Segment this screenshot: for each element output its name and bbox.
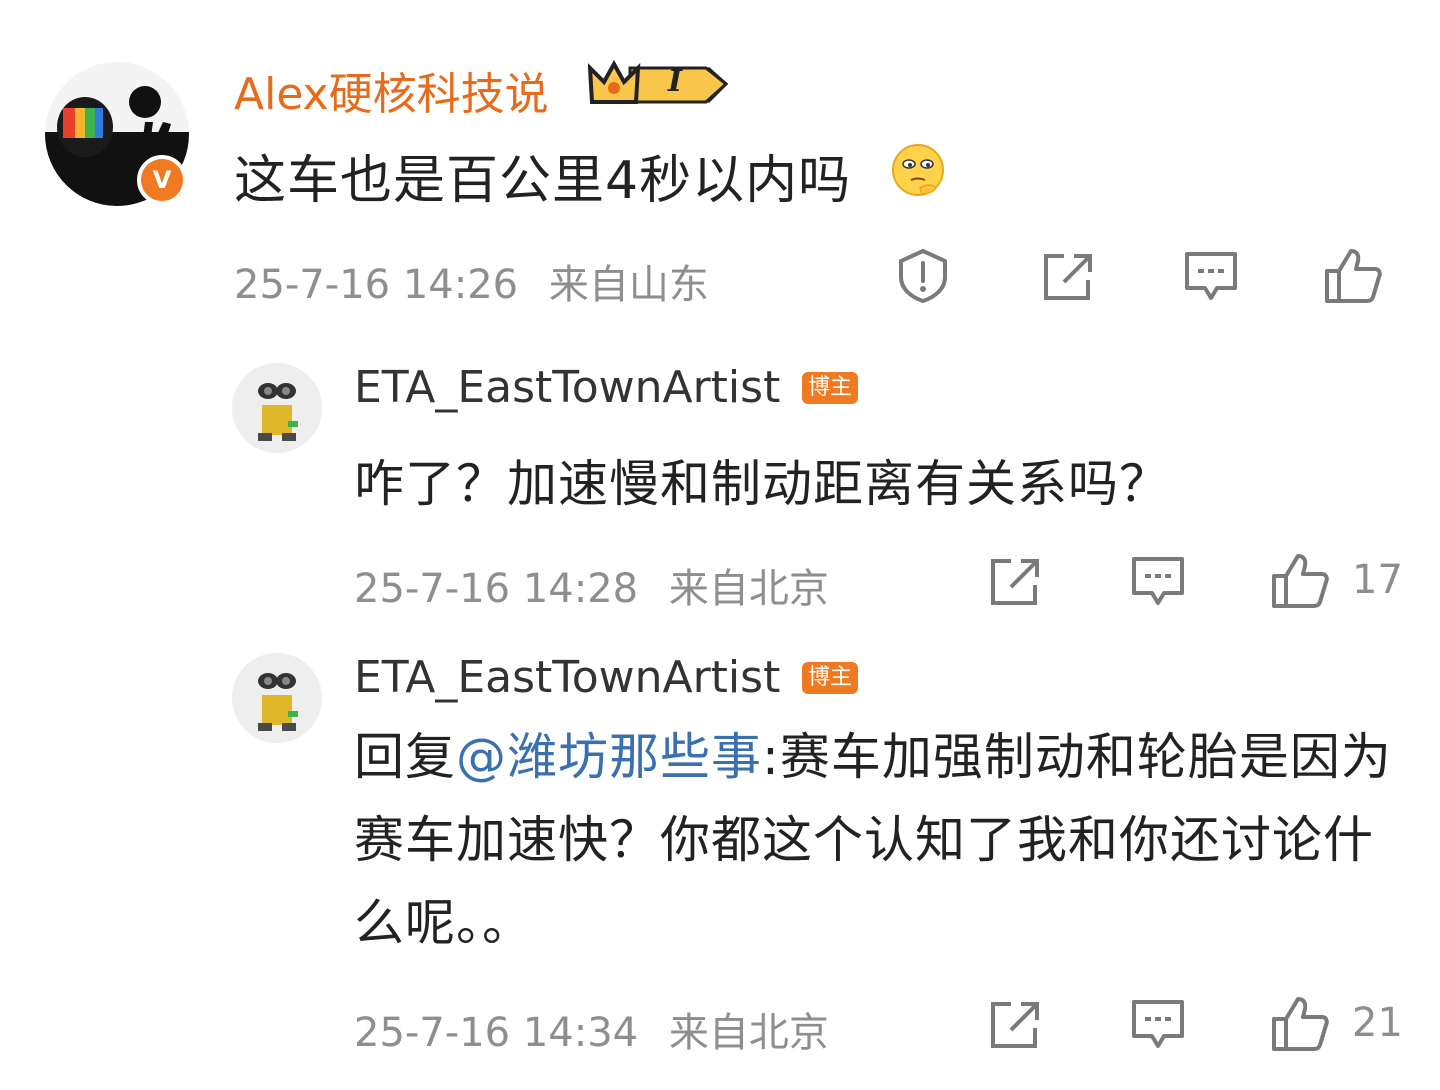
comment-icon xyxy=(1185,252,1237,300)
like-button[interactable]: 17 xyxy=(1270,550,1403,610)
report-button[interactable] xyxy=(895,247,951,305)
thumbs-up-icon xyxy=(1272,997,1329,1051)
location: 来自北京 xyxy=(668,1010,829,1056)
comment-button[interactable] xyxy=(1183,250,1239,304)
timestamp: 25-7-16 14:28 xyxy=(354,566,639,612)
like-count: 17 xyxy=(1352,557,1403,603)
reply-username[interactable]: ETA_EastTownArtist xyxy=(354,652,780,703)
like-button[interactable] xyxy=(1323,245,1383,305)
comment-meta: 25-7-16 14:26 来自山东 xyxy=(234,252,709,310)
vip-crown-badge xyxy=(587,58,730,114)
comment-icon xyxy=(1132,1000,1184,1048)
reply-meta: 25-7-16 14:28 来自北京 xyxy=(354,556,829,614)
comment-text: 这车也是百公里4秒以内吗 xyxy=(234,151,852,211)
comment-button[interactable] xyxy=(1130,555,1186,609)
report-icon xyxy=(899,248,947,304)
timestamp: 25-7-16 14:34 xyxy=(354,1010,639,1056)
share-button[interactable] xyxy=(1040,250,1096,302)
thumbs-up-icon xyxy=(1272,554,1329,608)
timestamp: 25-7-16 14:26 xyxy=(234,262,519,308)
share-icon xyxy=(1044,254,1092,300)
location: 来自山东 xyxy=(548,262,709,308)
reply-avatar[interactable] xyxy=(232,653,322,743)
author-badge: 博主 xyxy=(802,662,859,694)
share-button[interactable] xyxy=(987,555,1043,607)
reply-prefix: 回复 xyxy=(354,728,456,786)
like-button[interactable]: 21 xyxy=(1270,993,1403,1053)
share-icon xyxy=(991,1002,1039,1048)
mention-link[interactable]: @潍坊那些事 xyxy=(456,728,762,786)
reply-avatar[interactable] xyxy=(232,363,322,453)
share-button[interactable] xyxy=(987,998,1043,1050)
thumbs-up-icon xyxy=(1325,249,1382,303)
like-count: 21 xyxy=(1352,1000,1403,1046)
location: 来自北京 xyxy=(668,566,829,612)
reply-text: 回复@潍坊那些事:赛车加强制动和轮胎是因为赛车加速快？你都这个认知了我和你还讨论… xyxy=(354,716,1404,965)
reply-username[interactable]: ETA_EastTownArtist xyxy=(354,362,780,413)
reply-meta: 25-7-16 14:34 来自北京 xyxy=(354,1000,829,1058)
comment-icon xyxy=(1132,557,1184,605)
level-label: I xyxy=(668,64,683,99)
verified-icon: V xyxy=(137,155,187,205)
comment-button[interactable] xyxy=(1130,998,1186,1052)
thinking-face-icon xyxy=(890,142,946,202)
author-badge: 博主 xyxy=(802,372,859,404)
reply-text: 咋了？加速慢和制动距离有关系吗？ xyxy=(354,455,1170,513)
comment-username[interactable]: Alex硬核科技说 xyxy=(234,58,549,122)
share-icon xyxy=(991,559,1039,605)
